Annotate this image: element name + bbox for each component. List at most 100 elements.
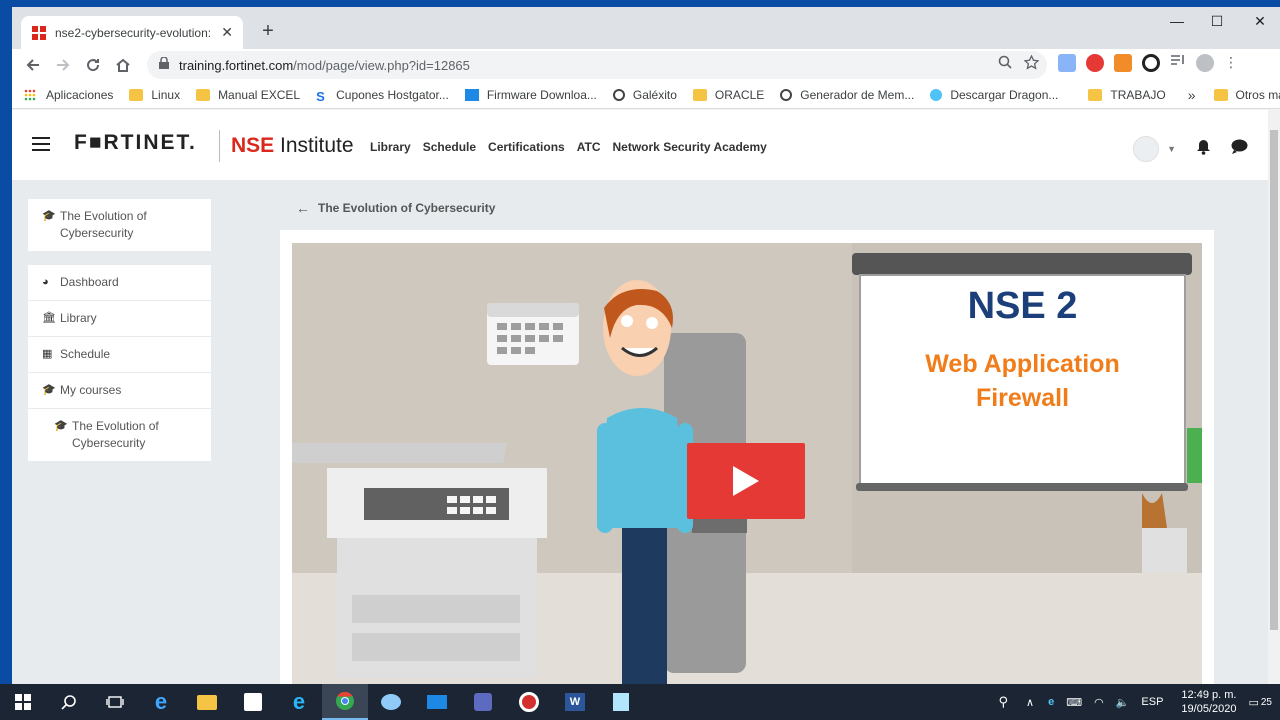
keyboard-icon[interactable]: ⌨: [1066, 696, 1082, 709]
bell-icon[interactable]: [1196, 139, 1211, 160]
course-sidebar: 🎓 The Evolution of Cybersecurity ◕ Dashbo…: [28, 199, 211, 475]
nav-card: ◕ Dashboard 🏛 Library ▦ Schedule 🎓 My course…: [28, 265, 211, 461]
bank-icon: 🏛: [42, 312, 56, 324]
taskbar-notepad[interactable]: [598, 684, 644, 720]
calendar-icon: ▦: [42, 348, 53, 360]
page-scrollbar[interactable]: [1268, 110, 1280, 684]
taskbar-word[interactable]: W: [552, 684, 598, 720]
bookmark-linux[interactable]: Linux: [129, 88, 180, 102]
people-icon[interactable]: ⚲: [998, 694, 1008, 710]
adblock-icon[interactable]: [1086, 53, 1104, 72]
chevron-up-icon[interactable]: ∧: [1026, 696, 1034, 709]
browser-window: nse2-cybersecurity-evolution: Le ✕ + — ☐…: [12, 7, 1280, 684]
input-language[interactable]: ESP: [1141, 696, 1163, 708]
user-menu[interactable]: ▼: [1133, 136, 1176, 162]
extension-card-icon[interactable]: [1058, 53, 1076, 72]
taskbar-chrome[interactable]: [322, 684, 368, 720]
taskbar-file-explorer[interactable]: [184, 684, 230, 720]
sidebar-course-link[interactable]: 🎓 The Evolution of Cybersecurity: [28, 199, 211, 251]
search-button[interactable]: [46, 684, 92, 720]
minimize-button[interactable]: —: [1157, 13, 1197, 29]
start-button[interactable]: [0, 684, 46, 720]
close-window-button[interactable]: ✕: [1240, 13, 1280, 30]
globe-icon: [780, 88, 793, 101]
bookmark-trabajo[interactable]: TRABAJO: [1088, 88, 1166, 102]
taskbar-teams[interactable]: [460, 684, 506, 720]
profile-icon[interactable]: [1196, 53, 1214, 72]
forward-button[interactable]: [48, 50, 78, 80]
sidebar-item-schedule[interactable]: ▦ Schedule: [28, 337, 211, 373]
play-icon: [733, 466, 759, 496]
reload-button[interactable]: [78, 50, 108, 80]
internet-explorer-icon: e: [292, 689, 306, 714]
nav-schedule[interactable]: Schedule: [423, 140, 476, 154]
wifi-icon[interactable]: ◠: [1094, 696, 1104, 709]
windows-logo-icon: [15, 694, 31, 710]
site-navbar: F■RTINET. NSE Institute Library Schedule…: [12, 110, 1268, 180]
media-icon[interactable]: [1170, 53, 1186, 72]
bookmark-firmware[interactable]: Firmware Downloa...: [464, 88, 597, 102]
taskbar-edge[interactable]: e: [138, 684, 184, 720]
avatar: [1133, 136, 1160, 162]
video-player[interactable]: NSE 2 Web Application Firewall: [292, 243, 1202, 684]
new-tab-button[interactable]: +: [256, 20, 280, 44]
volume-icon[interactable]: 🔈: [1116, 696, 1130, 709]
sidebar-item-my-courses[interactable]: 🎓 My courses: [28, 373, 211, 409]
taskbar-store[interactable]: [230, 684, 276, 720]
hamburger-menu-icon[interactable]: [32, 137, 50, 151]
chat-bubble-icon[interactable]: [1231, 139, 1248, 159]
edge-icon: e: [154, 689, 168, 714]
play-button[interactable]: [687, 443, 805, 519]
graduation-cap-icon: 🎓: [42, 384, 56, 396]
sidebar-item-library[interactable]: 🏛 Library: [28, 301, 211, 337]
taskbar-recorder[interactable]: [506, 684, 552, 720]
clock[interactable]: 12:49 p. m. 19/05/2020: [1181, 688, 1236, 716]
system-tray: ⚲ ∧ e ⌨ ◠ 🔈 ESP 12:49 p. m. 19/05/2020 ▭…: [988, 684, 1280, 720]
nav-library[interactable]: Library: [370, 140, 411, 154]
bookmark-manual-excel[interactable]: Manual EXCEL: [196, 88, 300, 102]
address-bar[interactable]: training.fortinet.com/mod/page/view.php?…: [147, 51, 1047, 79]
scrollbar-thumb[interactable]: [1270, 130, 1278, 630]
nav-network-security-academy[interactable]: Network Security Academy: [613, 140, 767, 154]
teams-icon: [474, 693, 492, 711]
word-icon: W: [565, 693, 585, 711]
folder-icon: [197, 694, 217, 710]
home-icon: [116, 58, 130, 72]
bookmark-oracle[interactable]: ORACLE: [692, 88, 764, 102]
maximize-button[interactable]: ☐: [1197, 13, 1237, 30]
zoom-icon[interactable]: [998, 55, 1012, 75]
tab-strip: nse2-cybersecurity-evolution: Le ✕ + — ☐…: [12, 7, 1280, 49]
taskbar-mail[interactable]: [414, 684, 460, 720]
notifications-button[interactable]: ▭ 25: [1248, 696, 1272, 709]
menu-kebab-icon[interactable]: ⋮: [1224, 54, 1238, 71]
bookmark-generador[interactable]: Generador de Mem...: [780, 88, 914, 102]
bookmark-cupones[interactable]: S Cupones Hostgator...: [316, 88, 449, 104]
nav-atc[interactable]: ATC: [577, 140, 601, 154]
sidebar-item-course-evolution[interactable]: 🎓 The Evolution of Cybersecurity: [28, 409, 211, 461]
nav-certifications[interactable]: Certifications: [488, 140, 565, 154]
taskbar-ie[interactable]: e: [276, 684, 322, 720]
sync-icon[interactable]: [1142, 53, 1160, 72]
tab-close-icon[interactable]: ✕: [221, 24, 233, 41]
back-to-course-link[interactable]: ← The Evolution of Cybersecurity: [296, 200, 495, 216]
folder-icon: [692, 88, 707, 101]
fortinet-logo[interactable]: F■RTINET.: [74, 131, 197, 155]
other-bookmarks[interactable]: Otros marcadores: [1213, 88, 1280, 102]
tray-app-icon[interactable]: e: [1048, 696, 1054, 708]
nse-institute-brand[interactable]: NSE Institute: [231, 134, 354, 158]
sidebar-item-dashboard[interactable]: ◕ Dashboard: [28, 265, 211, 301]
home-button[interactable]: [108, 50, 138, 80]
bookmark-dragon[interactable]: Descargar Dragon...: [930, 88, 1058, 102]
bookmark-star-icon[interactable]: [1023, 54, 1040, 75]
folder-icon: [196, 88, 211, 101]
back-button[interactable]: [18, 50, 48, 80]
more-bookmarks-button[interactable]: »: [1188, 87, 1196, 103]
bookmark-apps[interactable]: Aplicaciones: [24, 88, 113, 102]
windows-taskbar: e e W ⚲ ∧ e ⌨ ◠ 🔈 ESP 12:49 p. m. 19/05/…: [0, 684, 1280, 720]
browser-tab[interactable]: nse2-cybersecurity-evolution: Le ✕: [21, 16, 243, 49]
task-view-button[interactable]: [92, 684, 138, 720]
bookmark-galexito[interactable]: Galéxito: [612, 88, 677, 102]
apps-grid-icon: [24, 89, 38, 101]
extension-chart-icon[interactable]: [1114, 53, 1132, 72]
taskbar-app-paint[interactable]: [368, 684, 414, 720]
